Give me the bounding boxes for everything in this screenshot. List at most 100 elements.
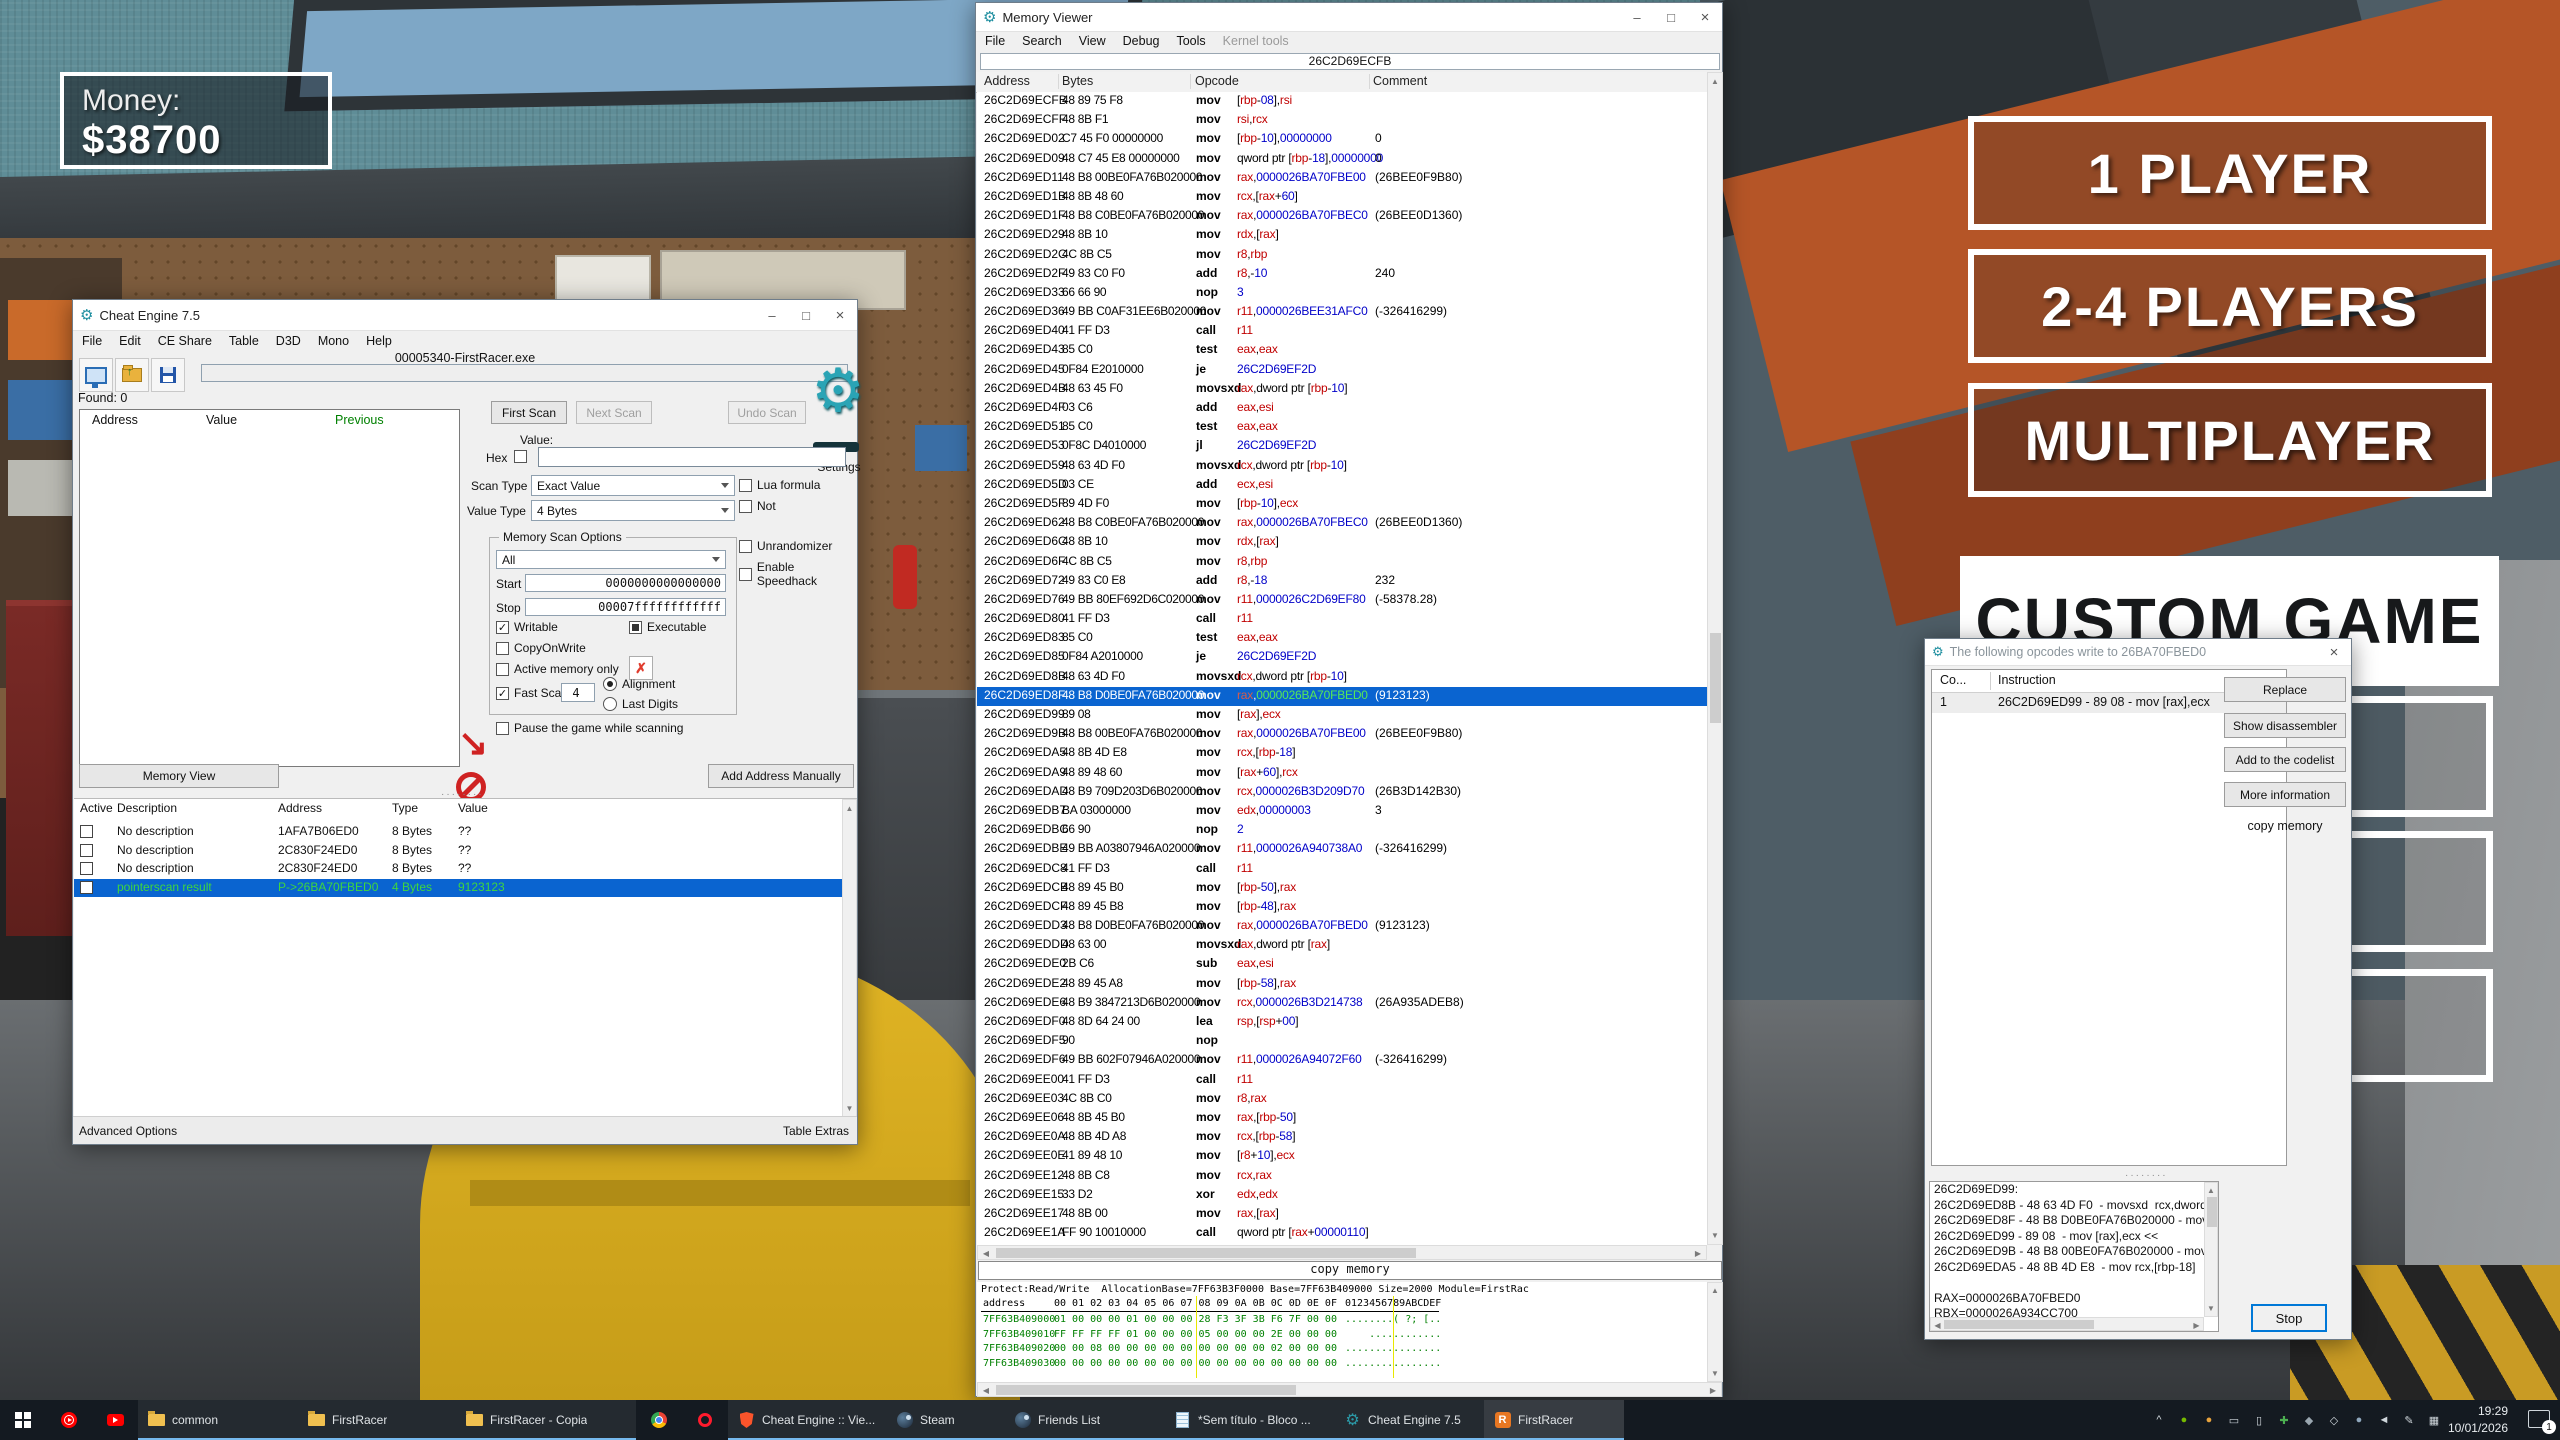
disasm-row[interactable]: 26C2D69ECFF48 8B F1movrsi,rcx bbox=[977, 111, 1707, 130]
not-checkbox[interactable]: Not bbox=[739, 499, 776, 513]
taskbar-ytmusic-button[interactable] bbox=[46, 1400, 92, 1440]
enable-speedhack-checkbox[interactable]: Enable Speedhack bbox=[739, 560, 857, 588]
menu-1-player[interactable]: 1 PLAYER bbox=[1968, 116, 2492, 230]
disasm-row[interactable]: 26C2D69EDF048 8D 64 24 00learsp,[rsp+00] bbox=[977, 1013, 1707, 1032]
scan-type-select[interactable]: Exact Value bbox=[531, 475, 735, 496]
menu-table[interactable]: Table bbox=[229, 334, 259, 348]
disasm-row[interactable]: 26C2D69EE034C 8B C0movr8,rax bbox=[977, 1090, 1707, 1109]
disasm-row[interactable]: 26C2D69ED5D03 CEaddecx,esi bbox=[977, 476, 1707, 495]
taskbar-common[interactable]: common bbox=[138, 1400, 298, 1440]
disasm-row[interactable]: 26C2D69ED1B48 8B 48 60movrcx,[rax+60] bbox=[977, 188, 1707, 207]
save-table-button[interactable] bbox=[151, 358, 185, 392]
close-icon[interactable] bbox=[1688, 3, 1722, 31]
disasm-row[interactable]: 26C2D69EDA948 89 48 60mov[rax+60],rcx bbox=[977, 764, 1707, 783]
column-opcode[interactable]: Opcode bbox=[1195, 74, 1239, 88]
replace-button[interactable]: Replace bbox=[2224, 677, 2346, 702]
disasm-row[interactable]: 26C2D69ED450F84 E2010000je26C2D69EF2D bbox=[977, 361, 1707, 380]
disasm-row[interactable]: 26C2D69ED1F48 B8 C0BE0FA76B020000movrax,… bbox=[977, 207, 1707, 226]
disasm-row[interactable]: 26C2D69ED5F89 4D F0mov[rbp-10],ecx bbox=[977, 495, 1707, 514]
resize-handle[interactable]: ········ bbox=[2125, 1170, 2168, 1181]
disasm-row[interactable]: 26C2D69ED3366 66 90nop3 bbox=[977, 284, 1707, 303]
disasm-row[interactable]: 26C2D69ED9B48 B8 00BE0FA76B020000movrax,… bbox=[977, 725, 1707, 744]
taskbar--sem-t-tulo-bloco-[interactable]: *Sem título - Bloco ... bbox=[1164, 1400, 1334, 1440]
hidden-icons-icon[interactable]: ^ bbox=[2151, 1414, 2167, 1426]
disasm-row[interactable]: 26C2D69ED8041 FF D3callr11 bbox=[977, 610, 1707, 629]
more-information-button[interactable]: More information bbox=[2224, 782, 2346, 807]
notification-center-icon[interactable]: 1 bbox=[2528, 1410, 2550, 1428]
disasm-row[interactable]: 26C2D69ED0948 C7 45 E8 00000000movqword … bbox=[977, 150, 1707, 169]
disasm-row[interactable]: 26C2D69ED4F03 C6addeax,esi bbox=[977, 399, 1707, 418]
menu-kernel-tools[interactable]: Kernel tools bbox=[1223, 34, 1289, 48]
disasm-row[interactable]: 26C2D69EDCB48 89 45 B0mov[rbp-50],rax bbox=[977, 879, 1707, 898]
disasm-row[interactable]: 26C2D69ED7249 83 C0 E8addr8,-18232 bbox=[977, 572, 1707, 591]
menu-debug[interactable]: Debug bbox=[1123, 34, 1160, 48]
disasm-row[interactable]: 26C2D69EDD348 B8 D0BE0FA76B020000movrax,… bbox=[977, 917, 1707, 936]
taskbar-chrome-button[interactable] bbox=[636, 1400, 682, 1440]
executable-checkbox[interactable]: Executable bbox=[629, 620, 706, 634]
mv-titlebar[interactable]: ⚙ Memory Viewer bbox=[976, 3, 1722, 32]
menu-ce-share[interactable]: CE Share bbox=[158, 334, 212, 348]
last-digits-radio[interactable]: Last Digits bbox=[603, 697, 678, 711]
disasm-row[interactable]: 26C2D69EDF590nop bbox=[977, 1032, 1707, 1051]
disasm-row[interactable]: 26C2D69EE1AFF 90 10010000callqword ptr [… bbox=[977, 1224, 1707, 1243]
menu-file[interactable]: File bbox=[82, 334, 102, 348]
taskbar-firstracer[interactable]: FirstRacer bbox=[298, 1400, 456, 1440]
disasm-row[interactable]: 26C2D69EDBE49 BB A03807946A020000movr11,… bbox=[977, 840, 1707, 859]
security-icon[interactable]: ✚ bbox=[2276, 1414, 2292, 1427]
table-row[interactable]: No description1AFA7B06ED08 Bytes?? bbox=[74, 823, 842, 841]
taskbar-cheat-engine-vie-[interactable]: Cheat Engine :: Vie... bbox=[728, 1400, 886, 1440]
disasm-row[interactable]: 26C2D69ED6248 B8 C0BE0FA76B020000movrax,… bbox=[977, 514, 1707, 533]
fast-scan-checkbox[interactable]: Fast Scan bbox=[496, 686, 568, 700]
disasm-row[interactable]: 26C2D69ED1148 B8 00BE0FA76B020000movrax,… bbox=[977, 169, 1707, 188]
disasm-row[interactable]: 26C2D69ED9989 08mov[rax],ecx bbox=[977, 706, 1707, 725]
disasm-row[interactable]: 26C2D69EDE02B C6subeax,esi bbox=[977, 955, 1707, 974]
taskbar-firstracer[interactable]: RFirstRacer bbox=[1484, 1400, 1624, 1440]
advanced-options-link[interactable]: Advanced Options bbox=[79, 1124, 177, 1138]
maximize-icon[interactable] bbox=[789, 300, 823, 330]
column-address[interactable]: Address bbox=[984, 74, 1030, 88]
volume-icon[interactable]: ◄ bbox=[2376, 1414, 2392, 1426]
hex-checkbox[interactable] bbox=[514, 450, 527, 463]
close-icon[interactable] bbox=[2317, 639, 2351, 665]
disasm-row[interactable]: 26C2D69ED3649 BB C0AF31EE6B020000movr11,… bbox=[977, 303, 1707, 322]
disasm-row[interactable]: 26C2D69ED6F4C 8B C5movr8,rbp bbox=[977, 553, 1707, 572]
fast-scan-input[interactable]: 4 bbox=[561, 683, 595, 702]
disasm-row[interactable]: 26C2D69ED2C4C 8B C5movr8,rbp bbox=[977, 246, 1707, 265]
disasm-row[interactable]: 26C2D69ED8F48 B8 D0BE0FA76B020000movrax,… bbox=[977, 687, 1707, 706]
disasm-row[interactable]: 26C2D69EDA548 8B 4D E8movrcx,[rbp-18] bbox=[977, 744, 1707, 763]
touch-keyboard-icon[interactable]: ▦ bbox=[2426, 1414, 2442, 1427]
memory-view-button[interactable]: Memory View bbox=[79, 764, 279, 788]
menu-multiplayer[interactable]: MULTIPLAYER bbox=[1968, 383, 2492, 497]
first-scan-button[interactable]: First Scan bbox=[491, 401, 567, 424]
column-bytes[interactable]: Bytes bbox=[1062, 74, 1093, 88]
disasm-row[interactable]: 26C2D69EDBC66 90nop2 bbox=[977, 821, 1707, 840]
disasm-row[interactable]: 26C2D69ED5948 63 4D F0movsxdrcx,dword pt… bbox=[977, 457, 1707, 476]
disasm-row[interactable]: 26C2D69ED850F84 A2010000je26C2D69EF2D bbox=[977, 648, 1707, 667]
open-table-button[interactable] bbox=[115, 358, 149, 392]
disasm-row[interactable]: 26C2D69ECFB48 89 75 F8mov[rbp-08],rsi bbox=[977, 92, 1707, 111]
mv-vertical-scrollbar[interactable] bbox=[1707, 72, 1723, 1245]
copy-memory-bar[interactable]: copy memory bbox=[978, 1261, 1722, 1280]
minimize-icon[interactable] bbox=[755, 300, 789, 330]
table-extras-link[interactable]: Table Extras bbox=[783, 1124, 849, 1138]
disasm-row[interactable]: 26C2D69EDAD48 B9 709D203D6B020000movrcx,… bbox=[977, 783, 1707, 802]
pointer-arrow-icon[interactable]: ↘ bbox=[458, 726, 488, 760]
menu-view[interactable]: View bbox=[1079, 34, 1106, 48]
alignment-radio[interactable]: Alignment bbox=[603, 677, 675, 691]
table-row[interactable]: No description2C830F24ED08 Bytes?? bbox=[74, 860, 842, 878]
scan-results-list[interactable]: AddressValuePrevious bbox=[79, 409, 460, 767]
table-scrollbar[interactable] bbox=[842, 799, 857, 1118]
phone-icon[interactable]: ▯ bbox=[2251, 1414, 2267, 1427]
menu-d3d[interactable]: D3D bbox=[276, 334, 301, 348]
add-address-manually-button[interactable]: Add Address Manually bbox=[708, 764, 854, 788]
taskbar-cheat-engine-7-5[interactable]: ⚙Cheat Engine 7.5 bbox=[1334, 1400, 1484, 1440]
disasm-row[interactable]: 26C2D69ED2F49 83 C0 F0addr8,-10240 bbox=[977, 265, 1707, 284]
active-memory-checkbox[interactable]: Active memory only bbox=[496, 662, 619, 676]
network-icon[interactable]: ◇ bbox=[2326, 1414, 2342, 1427]
disasm-row[interactable]: 26C2D69ED5185 C0testeax,eax bbox=[977, 418, 1707, 437]
menu-2-4-players[interactable]: 2-4 PLAYERS bbox=[1968, 249, 2492, 363]
disasm-row[interactable]: 26C2D69ED2948 8B 10movrdx,[rax] bbox=[977, 226, 1707, 245]
menu-help[interactable]: Help bbox=[366, 334, 392, 348]
disasm-row[interactable]: 26C2D69EE1248 8B C8movrcx,rax bbox=[977, 1167, 1707, 1186]
disasm-row[interactable]: 26C2D69EDDD48 63 00movsxdrax,dword ptr [… bbox=[977, 936, 1707, 955]
